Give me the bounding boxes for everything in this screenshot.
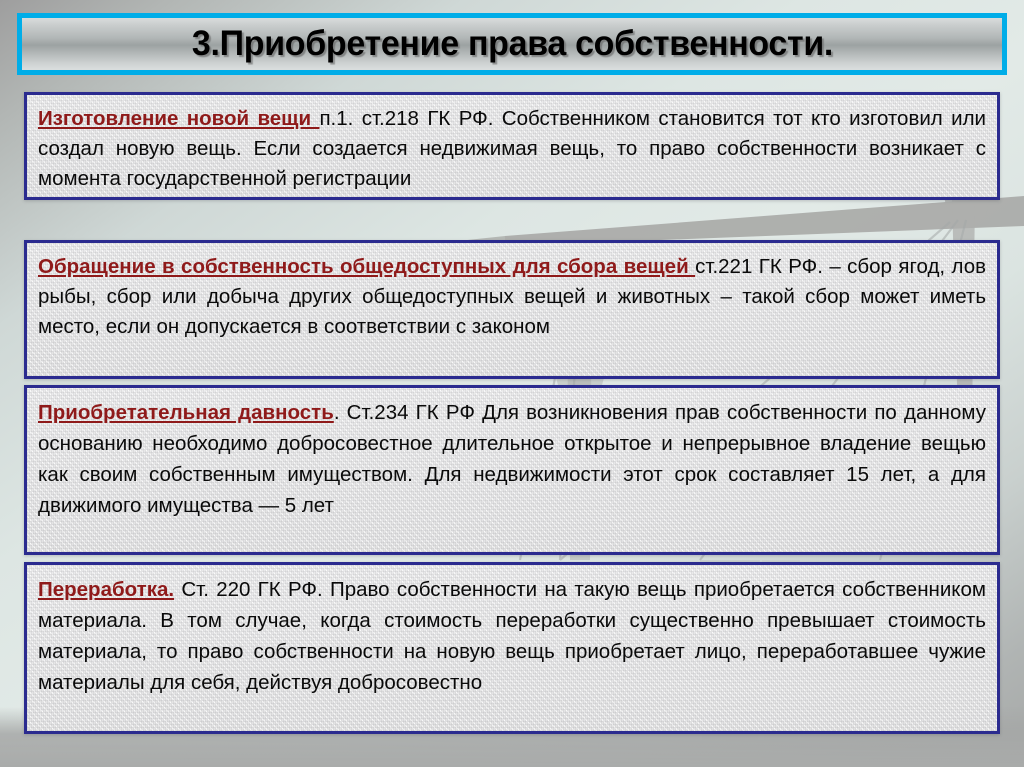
slide-title-box: 3.Приобретение права собственности. <box>17 13 1007 75</box>
content-paragraph: Обращение в собственность общедоступных … <box>38 252 986 342</box>
content-box-manufacture: Изготовление новой вещи п.1. ст.218 ГК Р… <box>24 92 1000 200</box>
content-paragraph: Переработка. Ст. 220 ГК РФ. Право собств… <box>38 574 986 698</box>
box-heading-manufacture: Изготовление новой вещи <box>38 107 320 130</box>
content-box-processing: Переработка. Ст. 220 ГК РФ. Право собств… <box>24 562 1000 734</box>
content-paragraph: Приобретательная давность. Ст.234 ГК РФ … <box>38 397 986 521</box>
box-heading-processing: Переработка. <box>38 578 175 601</box>
content-box-acquisitive-prescription: Приобретательная давность. Ст.234 ГК РФ … <box>24 385 1000 555</box>
page-title: 3.Приобретение права собственности. <box>191 24 833 63</box>
content-paragraph: Изготовление новой вещи п.1. ст.218 ГК Р… <box>38 104 986 194</box>
box-body-processing: Ст. 220 ГК РФ. Право собственности на та… <box>38 578 986 694</box>
slide-canvas: 3.Приобретение права собственности. Изго… <box>0 0 1024 767</box>
box-heading-acquisitive-prescription: Приобретательная давность <box>38 401 334 424</box>
content-box-public-collection: Обращение в собственность общедоступных … <box>24 240 1000 379</box>
box-heading-public-collection: Обращение в собственность общедоступных … <box>38 255 696 278</box>
